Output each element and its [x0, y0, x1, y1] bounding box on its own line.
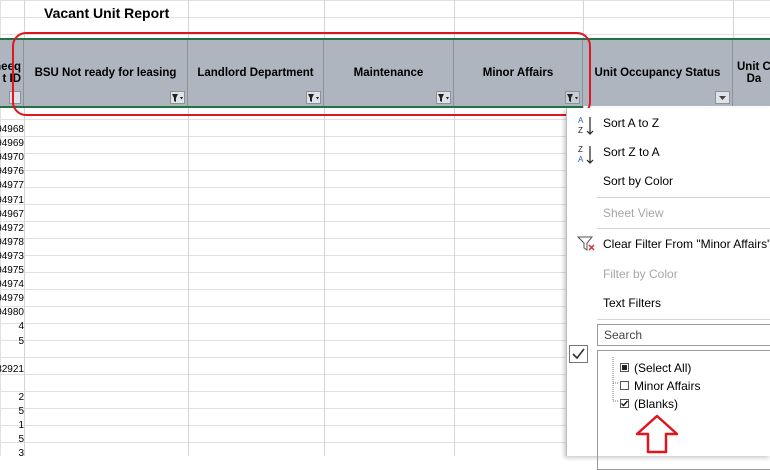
menu-item-clear-filter[interactable]: Clear Filter From "Minor Affairs" [603, 237, 770, 251]
sort-z-a-icon: ZA [577, 144, 597, 169]
checkbox-minor-affairs[interactable] [620, 381, 629, 390]
svg-text:A: A [578, 116, 584, 125]
filter-values-list[interactable]: (Select All) Minor Affairs (Blanks) [597, 350, 770, 470]
menu-item-filter-by-color: Filter by Color [603, 267, 678, 281]
checkbox-select-all[interactable] [620, 363, 629, 372]
filter-search-input[interactable]: Search [597, 324, 770, 346]
menu-item-sort-a-z[interactable]: Sort A to Z [603, 116, 659, 130]
svg-text:Z: Z [578, 126, 583, 135]
sort-a-z-icon: AZ [577, 115, 597, 140]
filter-dropdown-menu[interactable]: AZ Sort A to Z ZA Sort Z to A Sort by Co… [566, 108, 770, 470]
menu-item-text-filters[interactable]: Text Filters [603, 296, 661, 310]
menu-item-sheet-view: Sheet View [603, 206, 664, 220]
red-up-arrow-icon [635, 414, 679, 454]
menu-separator [597, 197, 770, 198]
list-item-label: (Select All) [634, 361, 692, 375]
menu-separator [597, 228, 770, 229]
checkmark-icon [569, 345, 588, 363]
svg-text:Z: Z [578, 145, 583, 154]
menu-separator [597, 319, 770, 320]
checkbox-blanks[interactable] [620, 399, 629, 408]
menu-item-sort-z-a[interactable]: Sort Z to A [603, 145, 660, 159]
list-item-label: (Blanks) [634, 397, 679, 411]
list-item-label: Minor Affairs [634, 379, 701, 393]
clear-filter-icon [576, 235, 597, 256]
red-highlight-rectangle [12, 32, 591, 116]
menu-item-sort-by-color[interactable]: Sort by Color [603, 174, 673, 188]
svg-text:A: A [578, 155, 584, 164]
